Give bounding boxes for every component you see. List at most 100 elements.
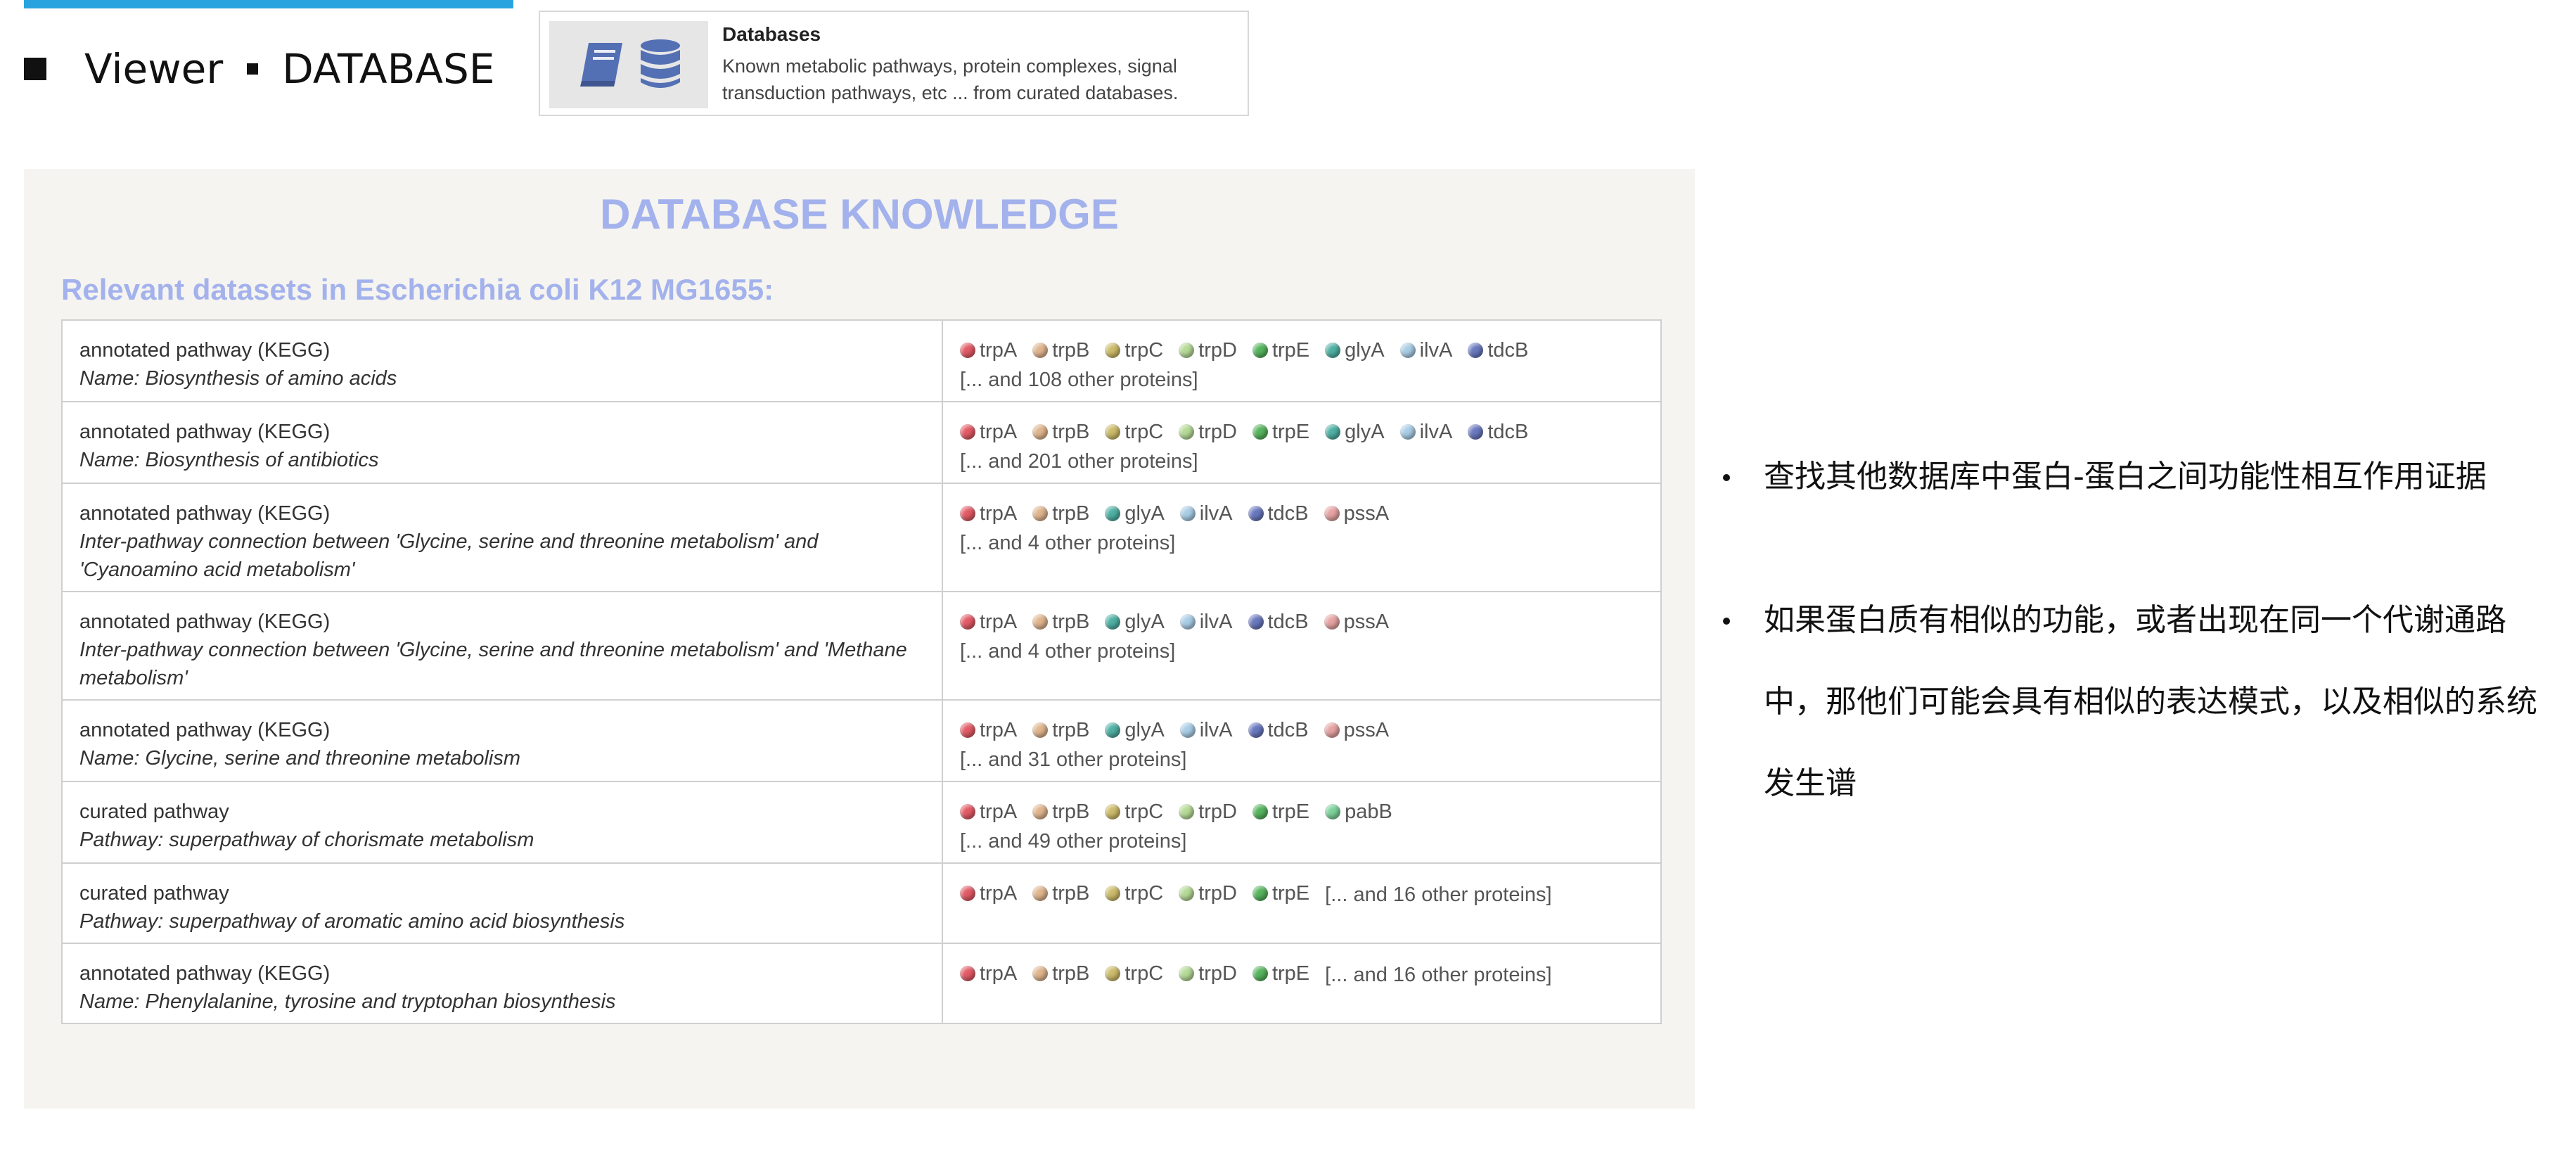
protein-chip-trpB[interactable]: trpB (1032, 716, 1089, 744)
proteins-cell: trpA trpB trpC trpD trpE glyA ilvA tdcB [... and… (942, 319, 1662, 402)
table-row: annotated pathway (KEGG) Name: Biosynthes… (61, 401, 1662, 484)
protein-chip-tdcB[interactable]: tdcB (1468, 418, 1528, 446)
databases-card[interactable]: Databases Known metabolic pathways, prot… (539, 11, 1249, 116)
protein-chip-trpD[interactable]: trpD (1179, 798, 1237, 826)
protein-color-dot (1252, 804, 1268, 819)
dataset-name: Pathway: superpathway of aromatic amino … (79, 910, 625, 933)
protein-chip-ilvA[interactable]: ilvA (1399, 336, 1452, 364)
protein-chip-trpB[interactable]: trpB (1032, 418, 1089, 446)
note-bullet (1723, 618, 1730, 625)
protein-color-dot (1324, 506, 1340, 521)
protein-chip-trpB[interactable]: trpB (1032, 608, 1089, 636)
protein-chip-pabB[interactable]: pabB (1325, 798, 1392, 826)
other-proteins-link[interactable]: [... and 16 other proteins] (1325, 964, 1551, 986)
other-proteins-link[interactable]: [... and 201 other proteins] (960, 450, 1198, 473)
page-heading: Viewer DATABASE (24, 44, 495, 94)
protein-color-dot (1399, 343, 1416, 358)
protein-chip-trpD[interactable]: trpD (1179, 879, 1237, 907)
note-text: 如果蛋白质有相似的功能，或者出现在同一个代谢通路中，那他们可能会具有相似的表达模… (1764, 602, 2537, 801)
protein-chip-trpD[interactable]: trpD (1179, 336, 1237, 364)
proteins-cell: trpA trpB trpC trpD trpE [... and 16 other pr… (942, 943, 1662, 1024)
protein-chip-glyA[interactable]: glyA (1325, 336, 1385, 364)
protein-chip-trpB[interactable]: trpB (1032, 499, 1089, 528)
protein-chip-glyA[interactable]: glyA (1105, 608, 1165, 636)
protein-color-dot (1105, 966, 1121, 981)
protein-chip-trpA[interactable]: trpA (960, 418, 1017, 446)
other-proteins-link[interactable]: [... and 4 other proteins] (960, 640, 1175, 663)
protein-color-dot (1324, 614, 1340, 630)
protein-chip-tdcB[interactable]: tdcB (1468, 336, 1528, 364)
panel-title: DATABASE KNOWLEDGE (600, 191, 1119, 238)
other-proteins-link[interactable]: [... and 4 other proteins] (960, 532, 1175, 554)
protein-chip-trpA[interactable]: trpA (960, 336, 1017, 364)
other-proteins-link[interactable]: [... and 49 other proteins] (960, 830, 1186, 853)
protein-chip-ilvA[interactable]: ilvA (1399, 418, 1452, 446)
protein-label: trpA (980, 962, 1018, 985)
dataset-description-cell: annotated pathway (KEGG) Inter-pathway co… (61, 483, 943, 592)
protein-chip-pssA[interactable]: pssA (1324, 608, 1389, 636)
protein-chip-tdcB[interactable]: tdcB (1248, 716, 1309, 744)
dataset-description-cell: annotated pathway (KEGG) Name: Biosynthes… (61, 319, 943, 402)
protein-chip-trpB[interactable]: trpB (1032, 798, 1089, 826)
note-text: 查找其他数据库中蛋白-蛋白之间功能性相互作用证据 (1764, 459, 2487, 494)
table-row: annotated pathway (KEGG) Inter-pathway co… (61, 591, 1662, 701)
heading-bullet (24, 58, 46, 80)
protein-label: trpE (1271, 339, 1310, 362)
protein-color-dot (1252, 343, 1268, 358)
protein-chip-trpB[interactable]: trpB (1032, 879, 1089, 907)
protein-chip-trpE[interactable]: trpE (1252, 798, 1309, 826)
protein-chip-trpE[interactable]: trpE (1252, 336, 1309, 364)
protein-chip-trpE[interactable]: trpE (1252, 879, 1309, 907)
protein-label: glyA (1345, 421, 1385, 443)
other-proteins-link[interactable]: [... and 16 other proteins] (1325, 883, 1551, 906)
protein-chip-tdcB[interactable]: tdcB (1248, 608, 1309, 636)
protein-color-dot (1032, 424, 1049, 440)
protein-chip-glyA[interactable]: glyA (1325, 418, 1385, 446)
protein-chip-tdcB[interactable]: tdcB (1248, 499, 1309, 528)
protein-chip-trpA[interactable]: trpA (960, 716, 1017, 744)
protein-chip-trpC[interactable]: trpC (1105, 336, 1163, 364)
protein-chip-trpD[interactable]: trpD (1179, 959, 1237, 988)
protein-color-dot (960, 343, 975, 358)
protein-chip-trpA[interactable]: trpA (960, 608, 1017, 636)
notes-list: 查找其他数据库中蛋白-蛋白之间功能性相互作用证据如果蛋白质有相似的功能，或者出现… (1723, 436, 2560, 824)
note-bullet (1723, 474, 1730, 481)
protein-color-dot (1032, 886, 1049, 901)
protein-chip-trpA[interactable]: trpA (960, 879, 1017, 907)
protein-chip-glyA[interactable]: glyA (1105, 716, 1165, 744)
protein-chip-glyA[interactable]: glyA (1105, 499, 1165, 528)
protein-color-dot (1252, 886, 1268, 901)
protein-label: trpC (1124, 962, 1164, 985)
protein-chip-pssA[interactable]: pssA (1324, 716, 1389, 744)
protein-chip-pssA[interactable]: pssA (1324, 499, 1389, 528)
protein-label: trpB (1052, 421, 1090, 443)
protein-chip-trpC[interactable]: trpC (1105, 879, 1163, 907)
protein-chip-trpE[interactable]: trpE (1252, 959, 1309, 988)
protein-chip-trpA[interactable]: trpA (960, 499, 1017, 528)
table-row: annotated pathway (KEGG) Name: Glycine, s… (61, 699, 1662, 782)
protein-chip-trpC[interactable]: trpC (1105, 798, 1163, 826)
other-proteins-link[interactable]: [... and 31 other proteins] (960, 748, 1186, 771)
other-proteins-link[interactable]: [... and 108 other proteins] (960, 369, 1198, 391)
dataset-description-cell: curated pathway Pathway: superpathway of … (61, 781, 943, 864)
protein-chip-trpB[interactable]: trpB (1032, 336, 1089, 364)
protein-chip-trpB[interactable]: trpB (1032, 959, 1089, 988)
protein-chip-trpE[interactable]: trpE (1252, 418, 1309, 446)
protein-label: trpA (980, 882, 1018, 905)
protein-label: pssA (1343, 719, 1390, 741)
protein-chip-trpC[interactable]: trpC (1105, 959, 1163, 988)
dataset-name: Name: Glycine, serine and threonine meta… (79, 747, 521, 770)
protein-chip-trpA[interactable]: trpA (960, 798, 1017, 826)
protein-chip-trpC[interactable]: trpC (1105, 418, 1163, 446)
protein-chip-ilvA[interactable]: ilvA (1179, 499, 1233, 528)
protein-label: trpB (1052, 611, 1090, 633)
protein-color-dot (1032, 506, 1049, 521)
protein-color-dot (1032, 722, 1049, 738)
protein-chip-trpD[interactable]: trpD (1179, 418, 1237, 446)
protein-chip-ilvA[interactable]: ilvA (1179, 608, 1233, 636)
protein-chip-trpA[interactable]: trpA (960, 959, 1017, 988)
protein-label: trpA (980, 719, 1018, 741)
protein-label: trpE (1271, 800, 1310, 823)
panel-subtitle: Relevant datasets in Escherichia coli K1… (61, 273, 774, 306)
protein-chip-ilvA[interactable]: ilvA (1179, 716, 1233, 744)
